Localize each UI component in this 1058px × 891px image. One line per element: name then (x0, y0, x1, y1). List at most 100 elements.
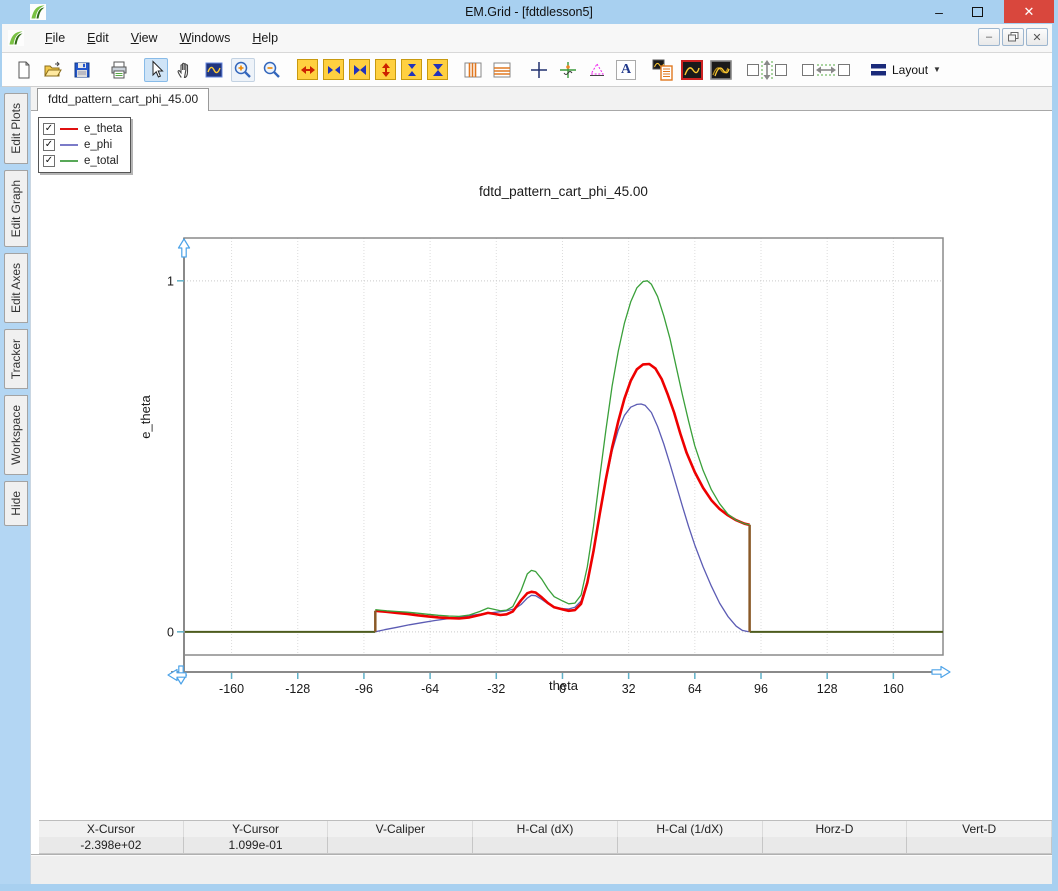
axis-pan-right-arrow[interactable] (932, 667, 950, 678)
print-group (107, 58, 131, 82)
tracker-column-value (763, 837, 908, 854)
box-icon (775, 64, 787, 76)
distribute-v-group (746, 58, 788, 82)
menu-view[interactable]: View (122, 27, 167, 49)
h-expand-icon (300, 62, 316, 78)
open-button[interactable] (41, 58, 65, 82)
menu-edit[interactable]: Edit (78, 27, 118, 49)
v-distribute-arrow-icon (760, 59, 774, 81)
document-tab[interactable]: fdtd_pattern_cart_phi_45.00 (37, 88, 209, 111)
letter-a-icon: A (616, 60, 636, 80)
status-strip (31, 854, 1052, 884)
caliper-button[interactable] (585, 58, 609, 82)
zoom-out-button[interactable] (260, 58, 284, 82)
floppy-disk-icon (72, 60, 92, 80)
titlebar: EM.Grid - [fdtdlesson5] – ✕ (0, 0, 1058, 24)
legend: ✓ e_theta ✓ e_phi ✓ e_total (38, 117, 131, 173)
legend-checkbox[interactable]: ✓ (43, 139, 55, 151)
sidebar-tab-hide[interactable]: Hide (4, 481, 28, 526)
tracker-column-value (473, 837, 618, 854)
window-title: EM.Grid - [fdtdlesson5] (0, 5, 1058, 19)
horizontal-gridlines-button[interactable] (490, 58, 514, 82)
legend-line-swatch (60, 144, 78, 146)
client-area: fdtd_pattern_cart_phi_45.00 ✓ e_theta ✓ … (30, 87, 1052, 884)
plot-report-icon (652, 59, 674, 81)
sidebar-tab-edit-plots[interactable]: Edit Plots (4, 93, 28, 164)
zoom-region-button[interactable] (202, 58, 226, 82)
tracker-column-header: Vert-D (907, 821, 1052, 837)
crosshair-button[interactable] (527, 58, 551, 82)
menu-file[interactable]: File (36, 27, 74, 49)
plot-single-icon (681, 60, 703, 80)
y-tick-label: 0 (167, 625, 174, 639)
sidebar-tab-tracker[interactable]: Tracker (4, 329, 28, 389)
legend-line-swatch (60, 128, 78, 130)
print-button[interactable] (107, 58, 131, 82)
pan-button[interactable] (173, 58, 197, 82)
tracker-column-value (328, 837, 473, 854)
tracker-table: X-CursorY-CursorV-CaliperH-Cal (dX)H-Cal… (39, 820, 1052, 854)
maximize-button[interactable] (962, 0, 992, 23)
tracker-column-header: X-Cursor (39, 821, 184, 837)
menu-help[interactable]: Help (243, 27, 287, 49)
zoom-out-icon (262, 60, 282, 80)
v-compress-button[interactable] (401, 59, 422, 80)
pointer-button[interactable] (144, 58, 168, 82)
new-button[interactable] (12, 58, 36, 82)
mdi-restore-button[interactable] (1002, 28, 1024, 46)
sidebar-tab-label: Tracker (9, 339, 23, 379)
h-distribute-arrow-icon (815, 63, 837, 77)
legend-label: e_phi (84, 139, 112, 151)
v-mirror-icon (430, 62, 446, 78)
plotwin-group (651, 58, 733, 82)
distribute-horizontal-button[interactable] (801, 58, 851, 82)
scale-group (297, 59, 448, 80)
mdi-controls: – ✕ (978, 28, 1048, 46)
mdi-close-button[interactable]: ✕ (1026, 28, 1048, 46)
cursor-arrow-icon (146, 60, 166, 80)
legend-item: ✓ e_total (43, 153, 122, 169)
plot-report-button[interactable] (651, 58, 675, 82)
layout-dropdown-button[interactable]: Layout ▼ (864, 58, 948, 82)
chevron-down-icon: ▼ (933, 65, 941, 74)
plot-overlay-button[interactable] (709, 58, 733, 82)
tracker-column-value: 1.099e-01 (184, 837, 329, 854)
plot-single-button[interactable] (680, 58, 704, 82)
sidebar-tab-edit-graph[interactable]: Edit Graph (4, 170, 28, 247)
vertical-gridlines-button[interactable] (461, 58, 485, 82)
sidebar-tab-edit-axes[interactable]: Edit Axes (4, 253, 28, 323)
new-document-icon (14, 60, 34, 80)
h-mirror-button[interactable] (349, 59, 370, 80)
x-axis-label: theta (184, 678, 943, 693)
tracker-column-header: Y-Cursor (184, 821, 329, 837)
zoom-in-button[interactable] (231, 58, 255, 82)
gridline-group (461, 58, 514, 82)
legend-checkbox[interactable]: ✓ (43, 155, 55, 167)
plot-overlay-icon (710, 60, 732, 80)
h-compress-icon (326, 62, 342, 78)
text-annotation-button[interactable]: A (614, 58, 638, 82)
v-mirror-button[interactable] (427, 59, 448, 80)
tracker-axes-icon (558, 60, 578, 80)
close-button[interactable]: ✕ (1004, 0, 1054, 23)
restore-icon (1008, 32, 1019, 42)
v-expand-button[interactable] (375, 59, 396, 80)
h-expand-button[interactable] (297, 59, 318, 80)
menu-windows[interactable]: Windows (171, 27, 240, 49)
maximize-icon (972, 7, 983, 17)
distribute-h-group (801, 58, 851, 82)
tracker-column-header: V-Caliper (328, 821, 473, 837)
h-compress-button[interactable] (323, 59, 344, 80)
tracker-button[interactable] (556, 58, 580, 82)
mdi-minimize-button[interactable]: – (978, 28, 1000, 46)
minimize-button[interactable]: – (924, 0, 954, 23)
legend-checkbox[interactable]: ✓ (43, 123, 55, 135)
save-button[interactable] (70, 58, 94, 82)
sidebar-tab-label: Edit Plots (9, 103, 23, 154)
sidebar-tab-workspace[interactable]: Workspace (4, 395, 28, 475)
tracker-column-value: -2.398e+02 (39, 837, 184, 854)
tracker-header-row: X-CursorY-CursorV-CaliperH-Cal (dX)H-Cal… (39, 821, 1052, 837)
vertical-lines-icon (463, 60, 483, 80)
axis-pan-up-arrow[interactable] (179, 239, 190, 257)
distribute-vertical-button[interactable] (746, 58, 788, 82)
